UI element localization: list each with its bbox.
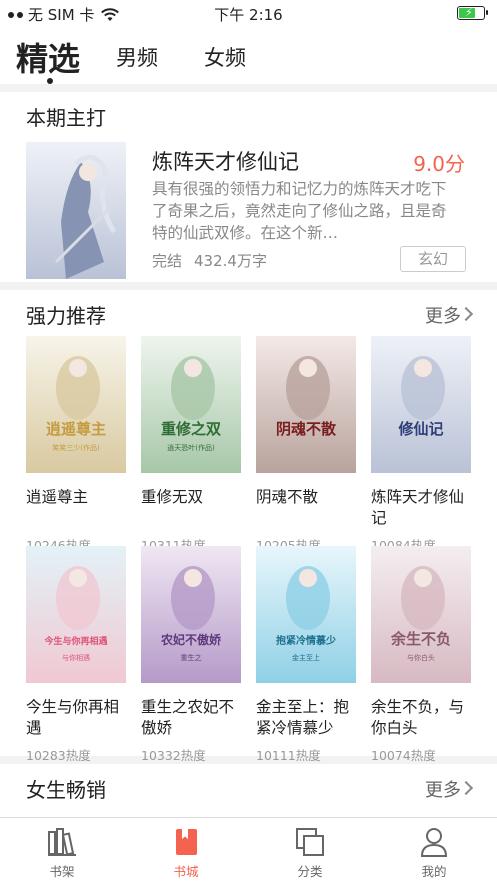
cover-title-text: 农妃不傲娇: [160, 632, 222, 647]
book-title[interactable]: 今生与你再相遇: [26, 697, 126, 739]
book-title[interactable]: 余生不负，与你白头: [371, 697, 471, 739]
cover-sub-text: 与你相遇: [62, 653, 90, 662]
featured-book-score: 9.0分: [413, 152, 465, 176]
book-cover[interactable]: 逍遥尊主笑笑三少(作品): [26, 336, 126, 473]
cover-title-text: 逍遥尊主: [46, 420, 106, 438]
cover-sub-text: 与你白头: [407, 653, 435, 662]
tab-label: 书架: [49, 864, 75, 879]
featured-book-description: 具有很强的领悟力和记忆力的炼阵天才吃下了奇果之后，竟然走向了修仙之路，且是奇特的…: [152, 180, 447, 242]
book-heat: 10283热度: [26, 748, 91, 763]
top-tab-bar: 精选 男频 女频: [0, 28, 497, 84]
book-title[interactable]: 阴魂不散: [256, 487, 356, 529]
cover-sub-text: 笑笑三少(作品): [52, 443, 100, 452]
book-title[interactable]: 炼阵天才修仙记: [371, 487, 471, 529]
section-title: 强力推荐: [26, 304, 106, 328]
cover-title-text: 抱紧冷情慕少: [276, 634, 336, 647]
book-card[interactable]: 修仙记 炼阵天才修仙记 10084热度: [371, 336, 471, 554]
cover-title-text: 阴魂不散: [276, 420, 337, 438]
book-heat: 10111热度: [256, 748, 321, 763]
book-title[interactable]: 金主至上：抱紧冷情慕少: [256, 697, 356, 739]
book-title[interactable]: 重生之农妃不傲娇: [141, 697, 241, 739]
book-title[interactable]: 逍遥尊主: [26, 487, 126, 529]
section-title: 女生畅销: [26, 778, 106, 802]
clock: 下午 2:16: [214, 6, 283, 24]
book-card[interactable]: 农妃不傲娇 重生之 重生之农妃不傲娇 10332热度: [141, 546, 241, 764]
genre-tag[interactable]: 玄幻: [400, 246, 466, 272]
featured-book-meta: 完结 432.4万字: [152, 250, 267, 271]
tab-category[interactable]: 分类: [280, 826, 340, 880]
featured-section: 本期主打 炼阵天才修仙记 9.0分 具有很强的领悟力和记忆力的炼阵天才吃下了奇果…: [0, 92, 497, 282]
chevron-right-icon: [458, 306, 474, 322]
section-title: 本期主打: [26, 106, 106, 130]
book-cover[interactable]: 重修之双逍天恐叶(作品): [141, 336, 241, 473]
bookstore-icon: [176, 829, 197, 855]
tab-female[interactable]: 女频: [204, 42, 246, 72]
cover-sub-text: 金主至上: [292, 653, 320, 662]
tab-label: 书城: [173, 864, 199, 879]
cover-title-text: 今生与你再相遇: [43, 635, 107, 647]
cover-sub-text: 重生之: [181, 653, 202, 662]
featured-book-title[interactable]: 炼阵天才修仙记: [152, 146, 299, 176]
tab-label: 我的: [421, 864, 447, 879]
book-heat: 10074热度: [371, 748, 436, 763]
tab-profile[interactable]: 我的: [404, 826, 464, 880]
book-card[interactable]: 抱紧冷情慕少金主至上金主至上：抱紧冷情慕少 10111热度: [256, 546, 356, 764]
book-cover[interactable]: 今生与你再相遇与你相遇: [26, 546, 126, 683]
battery-icon: ⚡: [457, 6, 488, 20]
bookshelf-icon: [48, 828, 76, 856]
cover-title-text: 修仙记: [397, 420, 443, 438]
category-icon: [296, 828, 324, 856]
cover-title-text: 余生不负: [390, 630, 451, 648]
cover-sub-text: 逍天恐叶(作品): [167, 443, 215, 452]
book-heat: 10332热度: [141, 748, 206, 763]
featured-book-cover[interactable]: [26, 142, 126, 279]
book-card[interactable]: 重修之双 逍天恐叶(作品) 重修无双 10311热度: [141, 336, 241, 554]
chevron-right-icon: [458, 780, 474, 796]
book-word-count: 432.4万字: [194, 252, 267, 270]
profile-icon: [420, 828, 448, 857]
book-status: 完结: [152, 252, 183, 270]
tab-male[interactable]: 男频: [116, 42, 158, 72]
book-cover[interactable]: 抱紧冷情慕少金主至上: [256, 546, 356, 683]
female-bestseller-section: 女生畅销 更多: [0, 764, 497, 824]
more-link[interactable]: 更多: [425, 776, 461, 802]
book-card[interactable]: 逍遥尊主 笑笑三少(作品) 逍遥尊主 10246热度: [26, 336, 126, 554]
recommend-section: 强力推荐 更多 逍遥尊主 笑笑三少(作品) 逍遥尊主 10246热度 重修之双 逍天恐叶(…: [0, 290, 497, 763]
book-cover[interactable]: 农妃不傲娇重生之: [141, 546, 241, 683]
book-cover[interactable]: 余生不负与你白头: [371, 546, 471, 683]
tab-bookshelf[interactable]: 书架: [32, 826, 92, 880]
book-card[interactable]: 阴魂不散 阴魂不散 10205热度: [256, 336, 356, 554]
book-card[interactable]: 余生不负与你白头余生不负，与你白头 10074热度: [371, 546, 471, 764]
more-link[interactable]: 更多: [425, 302, 461, 328]
active-tab-indicator: [47, 78, 53, 84]
tab-featured[interactable]: 精选: [16, 34, 80, 80]
status-bar: 无 SIM 卡 下午 2:16 ⚡: [0, 0, 497, 28]
bottom-tab-bar: 书架 书城 分类 我的: [0, 817, 497, 883]
tab-bookstore[interactable]: 书城: [156, 826, 216, 880]
tab-label: 分类: [297, 864, 323, 879]
book-title[interactable]: 重修无双: [141, 487, 241, 529]
book-card[interactable]: 今生与你再相遇 与你相遇 今生与你再相遇 10283热度: [26, 546, 126, 764]
cover-title-text: 重修之双: [161, 420, 221, 438]
book-cover[interactable]: 阴魂不散: [256, 336, 356, 473]
book-cover[interactable]: 修仙记: [371, 336, 471, 473]
